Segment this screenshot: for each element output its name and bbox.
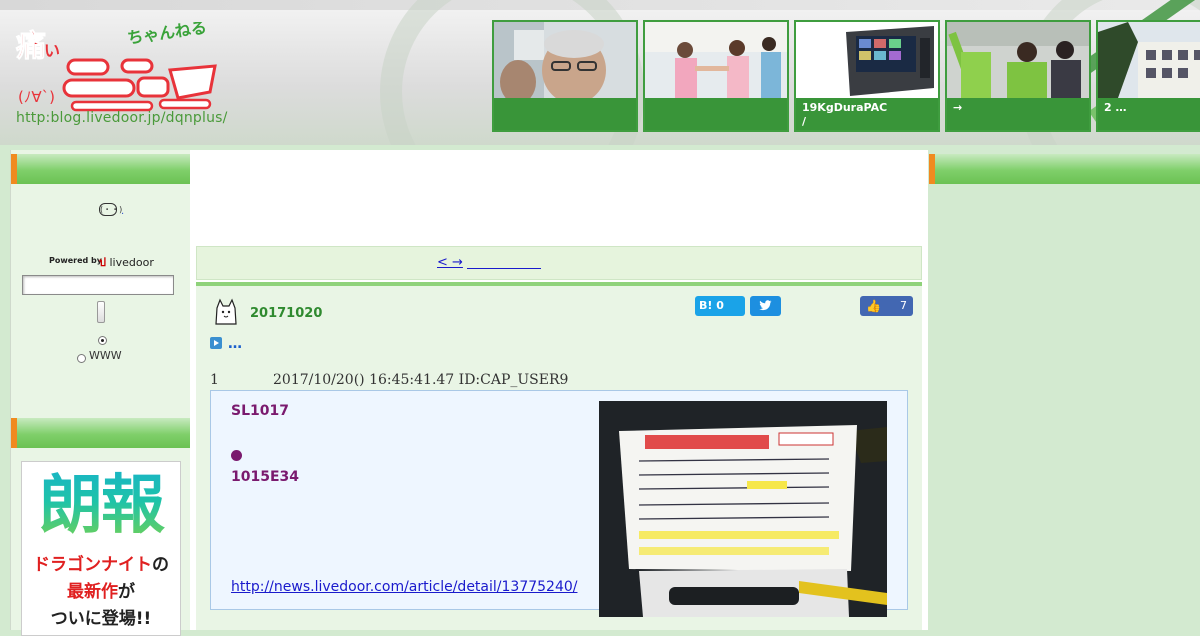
powered-by-label: Powered by	[49, 256, 102, 265]
source-link[interactable]: http://news.livedoor.com/article/detail/…	[231, 579, 577, 595]
quote-line-3: 1015E34	[231, 469, 300, 485]
svg-text:(ﾉ∀`): (ﾉ∀`)	[18, 88, 55, 106]
thumbnail-caption: 2 …	[1098, 98, 1200, 130]
post-meta: 2017/10/20() 16:45:41.47 ID:CAP_USER9	[273, 372, 569, 388]
orange-tab-marker	[929, 154, 935, 184]
elderly-man-photo	[494, 22, 636, 98]
like-button[interactable]: 👍 7	[860, 296, 913, 316]
face-icon: (・・)	[99, 203, 123, 216]
search-scope-radio-blog[interactable]	[98, 336, 107, 345]
search-input[interactable]	[22, 275, 174, 295]
sidebar-header-bar	[11, 418, 190, 448]
thumbnail-item[interactable]: →	[945, 20, 1091, 132]
quote-line-1: SL1017	[231, 403, 289, 419]
search-button[interactable]	[97, 301, 105, 323]
thumbnail-item[interactable]: 2 …	[1096, 20, 1200, 132]
article-nav: < →	[196, 246, 922, 280]
prev-next-link[interactable]: < →	[437, 255, 463, 270]
sidebar-header-bar	[929, 154, 1200, 184]
hatena-count: 0	[716, 299, 724, 312]
campaign-speech-photo	[947, 22, 1089, 98]
school-building-photo	[1098, 22, 1200, 98]
quote-box: SL1017 1015E34 http://news.livedoor.com/…	[210, 390, 908, 617]
thumbnail-caption: →	[947, 98, 1089, 130]
search-scope-radio-www[interactable]	[77, 354, 86, 363]
right-sidebar	[929, 150, 1200, 630]
article-photo[interactable]	[599, 401, 887, 617]
sidebar-ad-banner[interactable]: 朗報 ドラゴンナイトの 最新作が ついに登場!!	[21, 461, 181, 636]
site-header: 痛 い ちゃんねる (ﾉ∀`) http:blog.livedoor.jp/dq…	[0, 0, 1200, 145]
svg-text:ちゃんねる: ちゃんねる	[126, 22, 208, 48]
featured-thumbnails: 19KgDuraPAC / → 2 …	[492, 20, 1200, 134]
svg-text:い: い	[44, 41, 60, 60]
thumbnail-item[interactable]	[492, 20, 638, 132]
thumbnail-caption	[494, 98, 636, 130]
bullet-dot	[231, 450, 242, 461]
ad-headline: 朗報	[22, 464, 180, 548]
livedoor-mark-icon: ป	[99, 256, 106, 269]
ad-line-3: ついに登場!!	[50, 609, 152, 629]
main-content: < → 20171020 B! 0 👍 7 … 1 2017/10/20() 1…	[190, 150, 928, 630]
logo-url: http:blog.livedoor.jp/dqnplus/	[16, 110, 228, 126]
livedoor-logo[interactable]: ป livedoor	[99, 253, 154, 271]
search-scope-label-www: WWW	[89, 349, 122, 362]
hatena-bookmark-button[interactable]: B! 0	[695, 296, 745, 316]
article-date: 20171020	[250, 306, 323, 321]
orange-tab-marker	[11, 154, 17, 184]
article: 20171020 B! 0 👍 7 … 1 2017/10/20() 16:45…	[196, 282, 922, 630]
orange-tab-marker	[11, 418, 17, 448]
portable-device-photo	[796, 22, 938, 98]
sidebar-header-bar	[11, 154, 190, 184]
tweet-button[interactable]	[750, 296, 781, 316]
thumbnail-caption	[645, 98, 787, 130]
post-number: 1	[210, 372, 219, 388]
livedoor-logo-text: livedoor	[109, 256, 154, 269]
play-arrow-icon	[210, 337, 222, 349]
face-suffix: .	[121, 206, 125, 217]
thumbnail-item[interactable]	[643, 20, 789, 132]
read-more-link[interactable]: …	[228, 336, 242, 352]
ad-line-2: 最新作が	[67, 582, 135, 602]
children-playing-photo	[645, 22, 787, 98]
avatar-icon	[215, 298, 237, 325]
svg-text:痛: 痛	[16, 29, 46, 64]
thumbs-up-icon: 👍	[866, 299, 881, 313]
thumbnail-caption: 19KgDuraPAC /	[796, 98, 938, 130]
like-count: 7	[900, 299, 907, 312]
thumbnail-item[interactable]: 19KgDuraPAC /	[794, 20, 940, 132]
twitter-bird-icon	[759, 300, 772, 311]
nav-link-underline	[467, 268, 541, 269]
ad-line-1: ドラゴンナイトの	[33, 555, 169, 575]
left-sidebar: (・・) . Powered by ป livedoor WWW 朗報 ドラゴン…	[10, 150, 190, 636]
hatena-label: B!	[699, 299, 713, 312]
